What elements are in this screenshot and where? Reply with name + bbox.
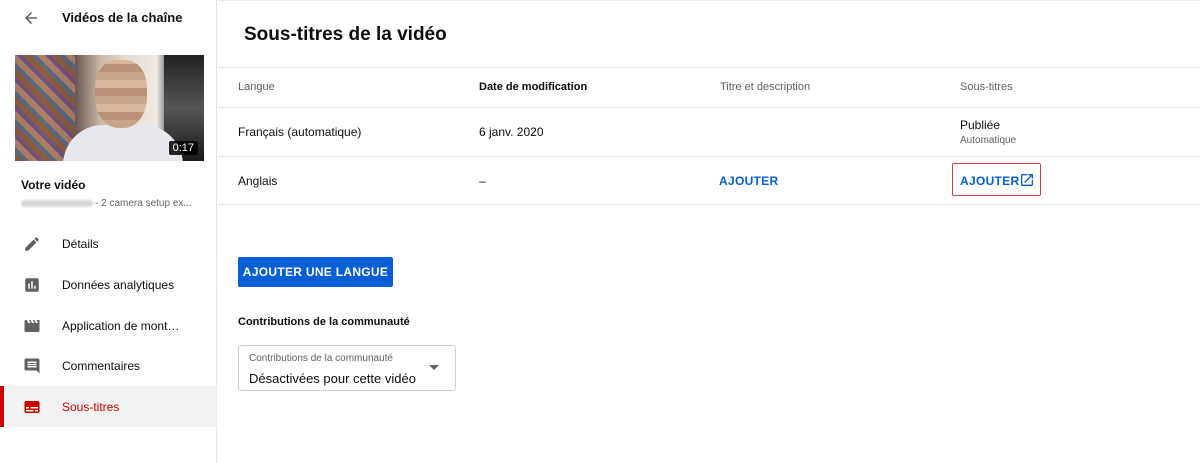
main-content: Sous-titres de la vidéo Langue Date de m… <box>218 0 1200 463</box>
sidebar-item-analytics[interactable]: Données analytiques <box>0 264 217 305</box>
sidebar-item-label: Commentaires <box>62 358 141 373</box>
divider <box>218 204 1200 205</box>
column-header-subtitles: Sous-titres <box>960 81 1013 93</box>
video-title: - 2 camera setup ex... <box>21 198 201 209</box>
add-language-button[interactable]: AJOUTER UNE LANGUE <box>238 257 393 287</box>
select-value: Désactivées pour cette vidéo <box>249 371 416 386</box>
sidebar-item-label: Données analytiques <box>62 277 175 292</box>
dropdown-caret-icon <box>429 365 439 370</box>
column-header-date[interactable]: Date de modification <box>479 81 587 93</box>
sidebar-item-label: Application de mont… <box>62 318 180 333</box>
sidebar-item-subtitles[interactable]: Sous-titres <box>0 386 217 427</box>
page-title: Sous-titres de la vidéo <box>244 24 447 45</box>
top-divider <box>218 0 1200 1</box>
add-subtitles-button[interactable]: AJOUTER <box>960 174 1019 188</box>
video-label: Votre vidéo <box>21 178 86 192</box>
redacted-text <box>21 199 93 207</box>
sidebar-item-label: Sous-titres <box>62 399 120 414</box>
add-title-description-button[interactable]: AJOUTER <box>719 174 778 188</box>
sidebar-item-label: Détails <box>62 236 99 251</box>
select-label: Contributions de la communauté <box>249 353 393 364</box>
community-contributions-select[interactable]: Contributions de la communauté Désactivé… <box>238 345 456 391</box>
thumbnail-blurred-face <box>95 60 147 128</box>
divider <box>218 67 1200 68</box>
sidebar: Vidéos de la chaîne 0:17 Votre vidéo - 2… <box>0 0 217 463</box>
community-section-label: Contributions de la communauté <box>238 316 410 328</box>
subtitles-icon <box>21 396 43 418</box>
column-header-title-description: Titre et description <box>720 81 811 93</box>
row-language: Français (automatique) <box>238 125 362 139</box>
row-language: Anglais <box>238 174 278 188</box>
row-date: 6 janv. 2020 <box>479 125 544 139</box>
arrow-left-icon[interactable] <box>20 7 42 29</box>
analytics-icon <box>21 274 43 296</box>
sidebar-item-editor[interactable]: Application de mont… <box>0 305 217 346</box>
pencil-icon <box>21 233 43 255</box>
video-duration: 0:17 <box>168 141 198 155</box>
clapperboard-icon <box>21 315 43 337</box>
open-external-icon[interactable] <box>1019 172 1035 188</box>
sidebar-item-comments[interactable]: Commentaires <box>0 345 217 386</box>
divider <box>218 156 1200 157</box>
thumbnail-background <box>15 55 75 161</box>
video-title-text: - 2 camera setup ex... <box>95 198 192 209</box>
divider <box>218 107 1200 108</box>
sidebar-item-details[interactable]: Détails <box>0 223 217 264</box>
video-thumbnail[interactable]: 0:17 <box>15 55 204 161</box>
row-subtitles-status[interactable]: Publiée <box>960 118 1000 132</box>
row-subtitles-type: Automatique <box>960 135 1017 146</box>
comment-icon <box>21 355 43 377</box>
row-date: – <box>479 174 486 188</box>
channel-videos-link[interactable]: Vidéos de la chaîne <box>62 10 182 25</box>
column-header-language: Langue <box>238 81 275 93</box>
